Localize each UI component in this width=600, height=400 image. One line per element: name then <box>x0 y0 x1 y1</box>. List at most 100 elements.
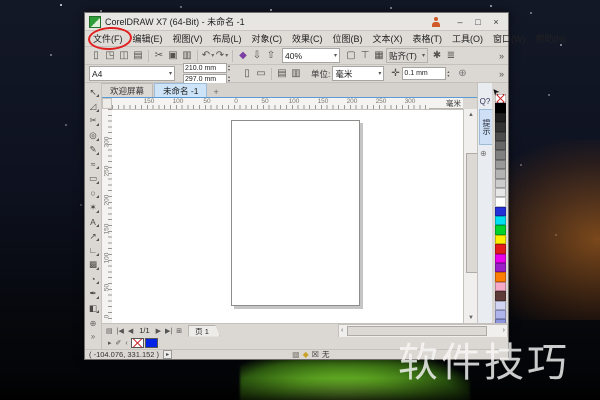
palette-swatch[interactable] <box>494 197 506 207</box>
application-border-icon[interactable]: ≣ <box>444 49 458 63</box>
vertical-scrollbar[interactable]: ▲ ▼ <box>463 109 478 323</box>
close-button[interactable]: × <box>488 15 504 28</box>
current-page-button[interactable]: ▥ <box>289 67 303 81</box>
tab-untitled-1[interactable]: 未命名 -1 <box>154 83 208 97</box>
copy-icon[interactable]: ▣ <box>166 49 180 63</box>
scroll-left-icon[interactable]: ‹ <box>339 327 345 334</box>
palette-swatch[interactable] <box>494 159 506 170</box>
palette-swatch[interactable] <box>494 263 506 273</box>
fullscreen-preview-icon[interactable]: ▢ <box>344 49 358 63</box>
palette-swatch[interactable] <box>494 140 506 151</box>
palette-swatch[interactable] <box>494 272 506 282</box>
page-tab-1[interactable]: 页 1 <box>188 324 220 337</box>
drawing-canvas[interactable] <box>112 109 463 324</box>
palette-swatch[interactable] <box>494 291 506 301</box>
pick-tool[interactable]: ↖ <box>86 85 100 99</box>
toolbar-overflow-button[interactable]: » <box>499 51 504 61</box>
new-document-icon[interactable]: ▯ <box>89 49 103 63</box>
hints-icon[interactable]: Q? <box>479 95 491 107</box>
palette-swatch[interactable] <box>494 122 506 132</box>
menu-item-bitmaps[interactable]: 位图(B) <box>328 30 368 47</box>
show-rulers-icon[interactable]: ⊤ <box>358 49 372 63</box>
document-color-swatch[interactable] <box>144 338 158 348</box>
palette-swatch[interactable] <box>494 300 506 310</box>
menu-item-text[interactable]: 文本(X) <box>368 30 408 47</box>
minimize-button[interactable]: – <box>452 15 468 28</box>
palette-swatch[interactable] <box>494 309 506 320</box>
menu-item-layout[interactable]: 布局(L) <box>208 30 247 47</box>
connector-tool[interactable]: ∟ <box>86 243 100 257</box>
show-grid-icon[interactable]: ▦ <box>372 49 386 63</box>
palette-swatch[interactable] <box>494 103 506 113</box>
polygon-tool[interactable]: ✶ <box>86 200 100 214</box>
crop-tool[interactable]: ✂ <box>86 114 100 128</box>
transparency-tool[interactable]: ◔ <box>86 272 100 286</box>
add-page-button[interactable]: ⊞ <box>174 327 184 335</box>
palette-swatch[interactable] <box>494 234 506 245</box>
palette-swatch[interactable] <box>494 150 506 160</box>
quick-customize-icon[interactable]: ⊕ <box>480 149 487 158</box>
scroll-down-icon[interactable]: ▼ <box>464 312 478 323</box>
flyout-arrow-icon[interactable]: ▸ <box>106 339 114 347</box>
redo-icon[interactable]: ↷ ▾ <box>215 49 229 63</box>
snap-to-dropdown[interactable]: 贴齐(T) ▾ <box>386 48 428 63</box>
palette-swatch[interactable] <box>494 112 506 123</box>
add-tools-button[interactable]: ⊕ <box>90 319 97 328</box>
artistic-media-tool[interactable]: ≈ <box>86 157 100 171</box>
sign-in-user-icon[interactable] <box>430 16 442 28</box>
menu-item-edit[interactable]: 编辑(E) <box>128 30 168 47</box>
shape-tool[interactable]: ◿ <box>86 99 100 113</box>
palette-swatch[interactable] <box>494 169 506 179</box>
zoom-level-combobox[interactable]: 40% ▾ <box>282 48 340 63</box>
add-property-button[interactable]: ⊕ <box>455 67 469 81</box>
dimension-tool[interactable]: ↗ <box>86 229 100 243</box>
nudge-spinner[interactable]: ▴ ▾ <box>447 69 449 78</box>
menu-item-effects[interactable]: 效果(C) <box>287 30 328 47</box>
rectangle-tool[interactable]: ▭ <box>86 171 100 185</box>
menu-item-help[interactable]: 帮助(H) <box>531 30 572 47</box>
drop-shadow-tool[interactable]: ▩ <box>86 258 100 272</box>
next-page-button[interactable]: ▶ <box>154 327 163 335</box>
menu-item-view[interactable]: 视图(V) <box>168 30 208 47</box>
launcher-icon[interactable]: ◆ <box>236 49 250 63</box>
height-spinner[interactable]: ▴ ▾ <box>228 75 230 83</box>
page-width-field[interactable]: 210.0 mm <box>183 63 227 73</box>
chevron-down-icon[interactable]: ▾ <box>225 52 228 59</box>
landscape-button[interactable]: ▭ <box>254 67 268 81</box>
maximize-button[interactable]: □ <box>470 15 486 28</box>
units-combobox[interactable]: 毫米 ▾ <box>332 66 385 81</box>
text-tool[interactable]: A <box>86 215 100 229</box>
coordinates-flyout-button[interactable]: ▸ <box>163 350 173 359</box>
eyedropper-icon[interactable]: ✐ <box>114 339 124 347</box>
document-navigator-icon[interactable]: ▤ <box>104 327 115 335</box>
palette-swatch[interactable] <box>494 281 506 292</box>
ellipse-tool[interactable]: ○ <box>86 186 100 200</box>
portrait-button[interactable]: ▯ <box>240 67 254 81</box>
undo-icon[interactable]: ↶ ▾ <box>201 49 215 63</box>
all-pages-button[interactable]: ▤ <box>275 67 289 81</box>
palette-swatch[interactable] <box>494 187 506 198</box>
options-icon[interactable]: ✱ <box>430 49 444 63</box>
page-size-preset-combobox[interactable]: A4 ▾ <box>89 66 175 81</box>
menu-item-table[interactable]: 表格(T) <box>408 30 448 47</box>
open-icon[interactable]: ◳ <box>103 49 117 63</box>
ruler-origin-box[interactable] <box>102 98 112 109</box>
palette-swatch[interactable] <box>494 206 506 217</box>
palette-swatch[interactable] <box>494 253 506 264</box>
menu-item-tools[interactable]: 工具(O) <box>447 30 488 47</box>
last-page-button[interactable]: ▶| <box>163 327 174 335</box>
scroll-up-icon[interactable]: ▲ <box>464 109 478 120</box>
first-page-button[interactable]: |◀ <box>115 327 126 335</box>
menu-item-object[interactable]: 对象(C) <box>247 30 288 47</box>
print-icon[interactable]: ▤ <box>131 49 145 63</box>
import-icon[interactable]: ⇩ <box>250 49 264 63</box>
menu-item-window[interactable]: 窗口(W) <box>488 30 531 47</box>
palette-swatch[interactable] <box>494 131 506 141</box>
zoom-tool[interactable]: ◎ <box>86 128 100 142</box>
interactive-fill-tool[interactable]: ◧ <box>86 301 100 315</box>
palette-swatch[interactable] <box>494 178 506 188</box>
property-bar-overflow-button[interactable]: » <box>499 69 504 79</box>
document-page[interactable] <box>231 120 360 306</box>
palette-swatch[interactable] <box>494 216 506 226</box>
paste-icon[interactable]: ▥ <box>180 49 194 63</box>
